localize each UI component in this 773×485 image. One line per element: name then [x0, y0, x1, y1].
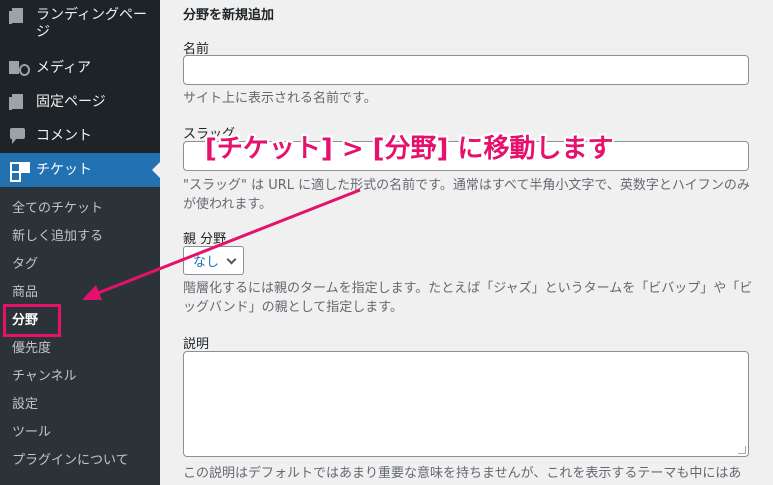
form-title: 分野を新規追加	[183, 8, 275, 23]
pages-icon	[8, 92, 28, 112]
submenu-priority[interactable]: 優先度	[12, 336, 51, 362]
submenu-tools[interactable]: ツール	[12, 420, 51, 446]
comment-icon	[8, 126, 28, 146]
submenu-tags[interactable]: タグ	[12, 252, 38, 278]
admin-sidebar: ランディングページ メディア 固定ページ コメント チケット 全てのチケット 新…	[0, 0, 160, 485]
submenu-about-plugin[interactable]: プラグインについて	[12, 448, 129, 474]
active-menu-arrow	[152, 162, 160, 178]
description-textarea[interactable]	[183, 351, 749, 457]
description-label: 説明	[183, 337, 210, 352]
parent-select[interactable]: なし	[183, 246, 244, 275]
submenu-products[interactable]: 商品	[12, 280, 38, 306]
chevron-down-icon	[226, 254, 237, 265]
annotation-text: [チケット] > [分野] に移動します	[205, 134, 614, 164]
submenu-all-tickets[interactable]: 全てのチケット	[12, 196, 103, 222]
resize-handle[interactable]	[738, 446, 746, 454]
menu-item-label: コメント	[36, 127, 92, 144]
menu-item-landing-page[interactable]: ランディングページ	[0, 0, 160, 48]
highlight-box	[3, 304, 61, 337]
submenu-settings[interactable]: 設定	[12, 392, 38, 418]
menu-item-pages[interactable]: 固定ページ	[0, 85, 160, 119]
submenu-channels[interactable]: チャンネル	[12, 364, 77, 390]
menu-item-label: ランディングページ	[36, 7, 148, 40]
landing-page-icon	[8, 6, 28, 26]
menu-item-media[interactable]: メディア	[0, 51, 160, 85]
media-icon	[8, 58, 30, 78]
menu-item-comments[interactable]: コメント	[0, 119, 160, 153]
name-description: サイト上に表示される名前です。	[183, 91, 377, 106]
menu-item-label: チケット	[36, 161, 92, 178]
ticket-icon	[8, 160, 28, 182]
main-content: 分野を新規追加 名前 サイト上に表示される名前です。 スラッグ "スラッグ" は…	[160, 0, 773, 485]
parent-select-value: なし	[193, 255, 220, 270]
menu-item-ticket[interactable]: チケット	[0, 153, 160, 187]
parent-label: 親 分野	[183, 232, 227, 247]
description-help: この説明はデフォルトではあまり重要な意味を持ちませんが、これを表示するテーマも中…	[183, 466, 742, 481]
slug-description: "スラッグ" は URL に適した形式の名前です。通常はすべて半角小文字で、英数…	[183, 178, 750, 212]
menu-item-label: メディア	[36, 59, 92, 76]
name-field[interactable]	[183, 55, 749, 85]
submenu-add-new[interactable]: 新しく追加する	[12, 224, 103, 250]
menu-item-label: 固定ページ	[36, 93, 106, 110]
parent-description: 階層化するには親のタームを指定します。たとえば「ジャズ」というタームを「ビバップ…	[183, 281, 753, 315]
